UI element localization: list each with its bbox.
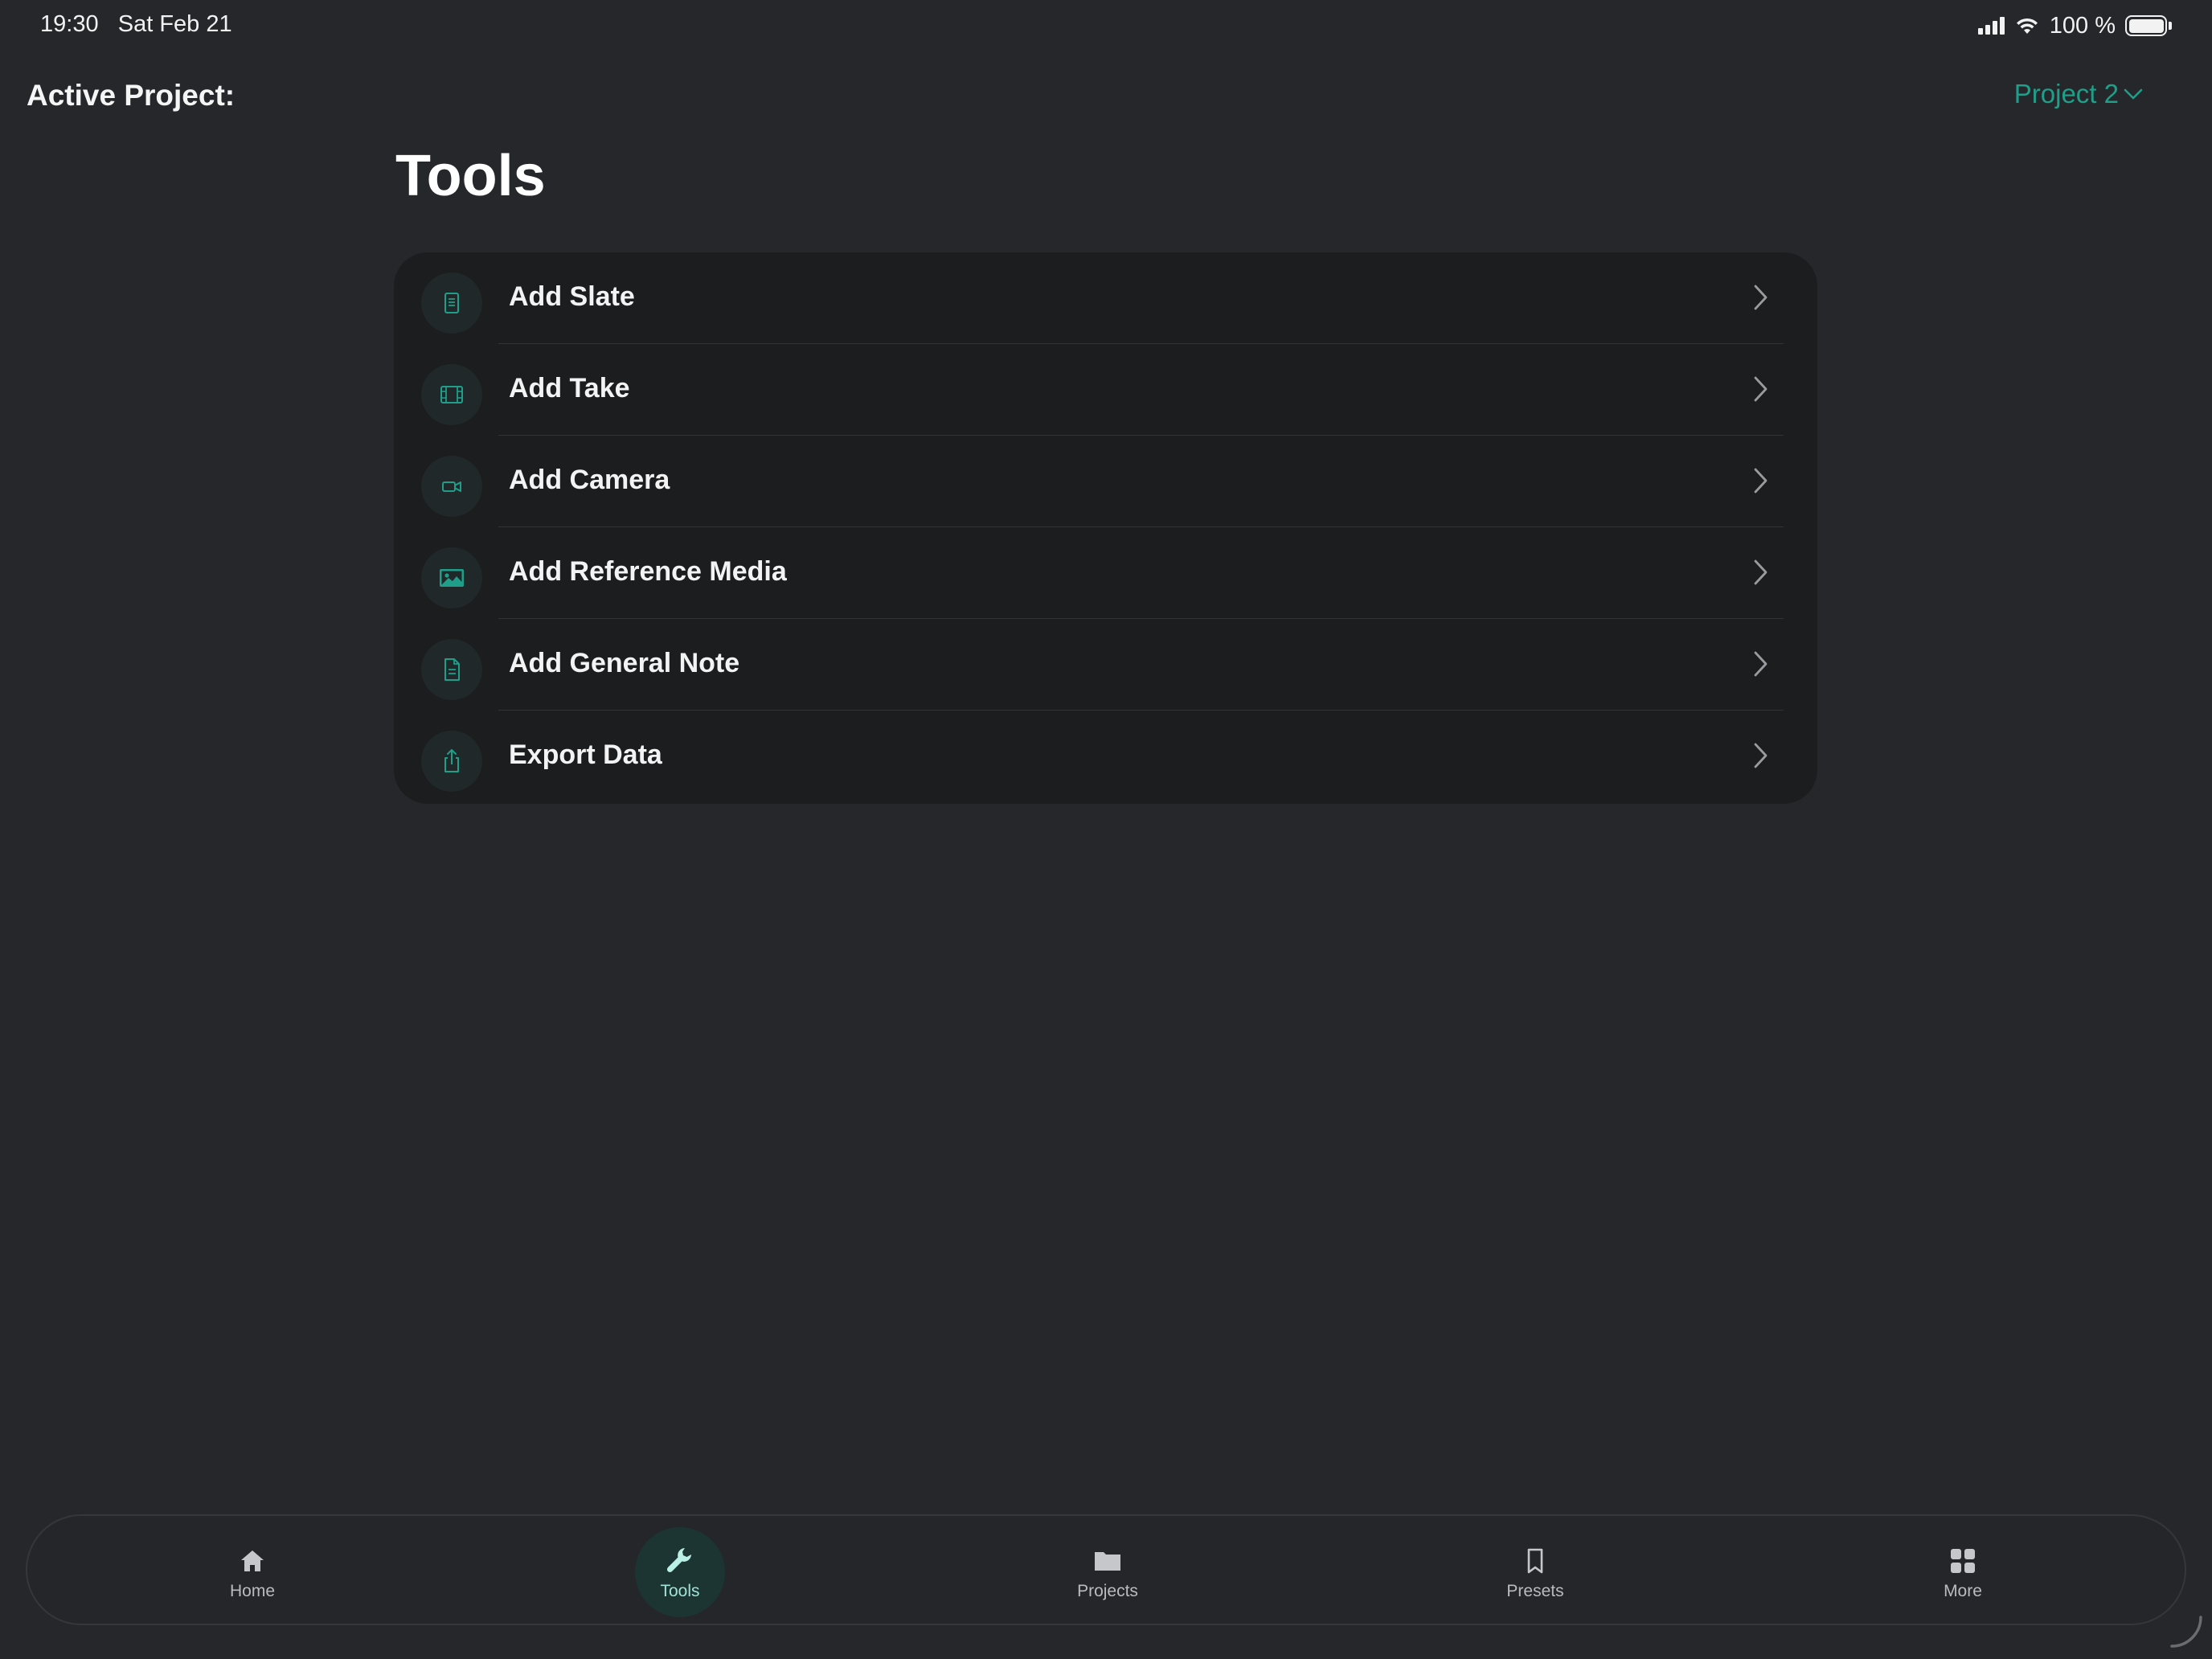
chevron-down-icon xyxy=(2124,88,2143,100)
tools-list: Add Slate Add Take Add Camera Add Refere… xyxy=(394,252,1817,804)
battery-icon xyxy=(2125,15,2172,36)
project-selector-value: Project 2 xyxy=(2013,79,2119,109)
tool-row-add-camera[interactable]: Add Camera xyxy=(394,436,1817,527)
wifi-icon xyxy=(2016,18,2038,34)
document-icon xyxy=(421,639,482,700)
grid-icon xyxy=(1947,1545,1979,1577)
active-project-label: Active Project: xyxy=(27,79,236,112)
house-icon xyxy=(236,1545,268,1577)
tool-row-add-slate[interactable]: Add Slate xyxy=(394,252,1817,344)
status-time-date: 19:30 Sat Feb 21 xyxy=(40,11,232,37)
tab-projects[interactable]: Projects xyxy=(1043,1516,1172,1624)
slate-icon xyxy=(421,272,482,334)
battery-percentage: 100 % xyxy=(2049,12,2116,39)
tool-label: Add General Note xyxy=(509,648,740,678)
tab-label: Presets xyxy=(1506,1582,1564,1600)
bottom-tab-bar: Home Tools Projects Presets More xyxy=(26,1514,2186,1625)
tab-home[interactable]: Home xyxy=(188,1516,317,1624)
chevron-right-icon xyxy=(1754,285,1768,310)
image-icon xyxy=(421,547,482,608)
tab-more[interactable]: More xyxy=(1899,1516,2027,1624)
wrench-icon xyxy=(664,1545,696,1577)
tab-tools[interactable]: Tools xyxy=(616,1516,744,1624)
status-bar: 19:30 Sat Feb 21 100 % xyxy=(0,0,2212,53)
tab-label: More xyxy=(1944,1582,1982,1600)
tool-row-add-take[interactable]: Add Take xyxy=(394,344,1817,436)
film-icon xyxy=(421,364,482,425)
video-camera-icon xyxy=(421,456,482,517)
tab-label: Tools xyxy=(660,1582,700,1600)
chevron-right-icon xyxy=(1754,468,1768,494)
project-selector[interactable]: Project 2 xyxy=(2014,79,2144,109)
bookmark-icon xyxy=(1519,1545,1551,1577)
tool-label: Export Data xyxy=(509,739,662,770)
tab-label: Home xyxy=(229,1582,276,1600)
tool-label: Add Slate xyxy=(509,281,635,312)
tool-label: Add Take xyxy=(509,373,630,403)
tab-presets[interactable]: Presets xyxy=(1471,1516,1600,1624)
tool-row-add-reference-media[interactable]: Add Reference Media xyxy=(394,527,1817,619)
resize-handle-icon xyxy=(2170,1616,2202,1648)
cellular-signal-icon xyxy=(1977,17,2005,35)
tool-label: Add Camera xyxy=(509,465,670,495)
status-indicators: 100 % xyxy=(1977,11,2172,40)
tool-row-add-general-note[interactable]: Add General Note xyxy=(394,619,1817,711)
folder-icon xyxy=(1092,1545,1124,1577)
page-title: Tools xyxy=(395,144,546,208)
tool-label: Add Reference Media xyxy=(509,556,787,587)
tab-label: Projects xyxy=(1077,1582,1138,1600)
chevron-right-icon xyxy=(1754,743,1768,768)
chevron-right-icon xyxy=(1754,651,1768,677)
chevron-right-icon xyxy=(1754,559,1768,585)
chevron-right-icon xyxy=(1754,376,1768,402)
share-export-icon xyxy=(421,731,482,792)
tool-row-export-data[interactable]: Export Data xyxy=(394,711,1817,802)
